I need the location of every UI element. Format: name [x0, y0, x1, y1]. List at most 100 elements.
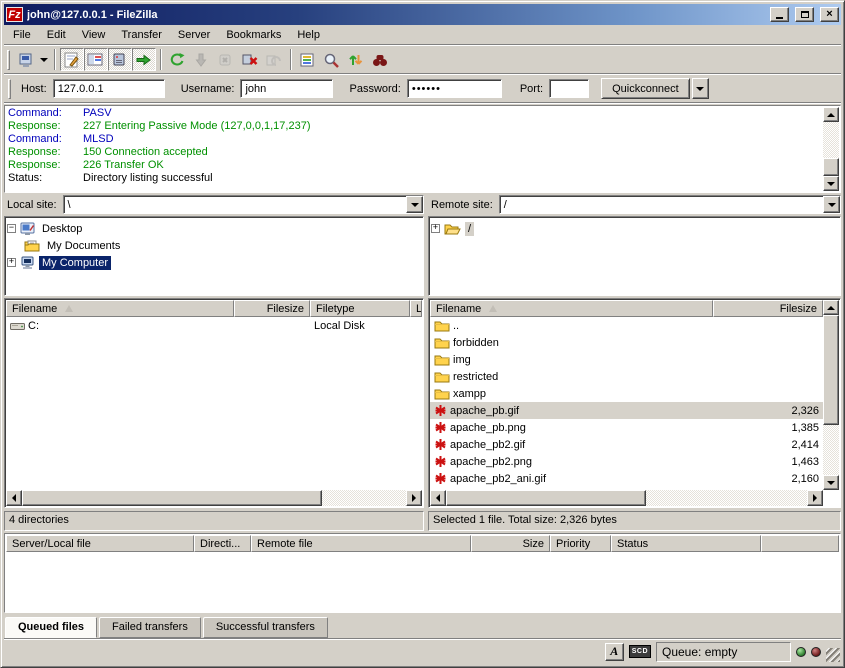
- column-header-lastmodified[interactable]: L: [410, 300, 422, 317]
- toggle-local-tree-button[interactable]: [84, 48, 108, 71]
- column-header-filesize[interactable]: Filesize: [713, 300, 823, 317]
- site-manager-dropdown[interactable]: [38, 48, 50, 71]
- local-horizontal-scrollbar[interactable]: [6, 490, 422, 506]
- cancel-button[interactable]: [214, 48, 238, 71]
- disconnect-button[interactable]: [238, 48, 262, 71]
- file-row[interactable]: restricted: [430, 368, 823, 385]
- file-name: C:: [28, 320, 39, 332]
- file-row[interactable]: ..: [430, 317, 823, 334]
- column-header-filetype[interactable]: Filetype: [310, 300, 410, 317]
- username-input[interactable]: [240, 79, 333, 98]
- close-button[interactable]: ×: [820, 7, 839, 22]
- tree-item-my-documents[interactable]: My Documents: [7, 237, 421, 254]
- scroll-track[interactable]: [22, 490, 406, 506]
- log-vertical-scrollbar[interactable]: [823, 107, 839, 191]
- maximize-button[interactable]: [795, 7, 814, 22]
- queue-body: [6, 552, 839, 611]
- remote-vertical-scrollbar[interactable]: [823, 300, 839, 506]
- log-text: PASV: [83, 107, 112, 120]
- scroll-down-button[interactable]: [823, 475, 839, 490]
- scroll-thumb[interactable]: [823, 158, 839, 176]
- scroll-left-button[interactable]: [430, 490, 446, 506]
- file-row[interactable]: xampp: [430, 385, 823, 402]
- collapse-icon[interactable]: −: [7, 224, 16, 233]
- menu-bookmarks[interactable]: Bookmarks: [218, 27, 289, 43]
- minimize-button[interactable]: [770, 7, 789, 22]
- scroll-right-button[interactable]: [807, 490, 823, 506]
- column-header-filename[interactable]: Filename: [6, 300, 234, 317]
- binoculars-icon: [371, 52, 389, 68]
- local-site-dropdown[interactable]: [406, 196, 423, 213]
- expand-icon[interactable]: +: [7, 258, 16, 267]
- column-header-server-local-file[interactable]: Server/Local file: [6, 535, 194, 552]
- remote-site-combobox[interactable]: /: [499, 195, 841, 214]
- menu-server[interactable]: Server: [170, 27, 218, 43]
- scroll-track[interactable]: [823, 122, 839, 176]
- expand-icon[interactable]: +: [431, 224, 440, 233]
- remote-horizontal-scrollbar[interactable]: [430, 490, 823, 506]
- port-input[interactable]: [549, 79, 589, 98]
- scroll-down-button[interactable]: [823, 176, 839, 191]
- scroll-thumb[interactable]: [446, 490, 646, 506]
- title-bar[interactable]: Fz john@127.0.0.1 - FileZilla ×: [4, 4, 841, 25]
- local-site-combobox[interactable]: \: [63, 195, 424, 214]
- scroll-track[interactable]: [823, 315, 839, 475]
- file-row[interactable]: apache_pb2.png 1,463: [430, 453, 823, 470]
- directory-comparison-button[interactable]: [320, 48, 344, 71]
- synchronized-browsing-button[interactable]: [344, 48, 368, 71]
- refresh-button[interactable]: [166, 48, 190, 71]
- column-header-priority[interactable]: Priority: [550, 535, 611, 552]
- scroll-up-button[interactable]: [823, 107, 839, 122]
- scroll-left-button[interactable]: [6, 490, 22, 506]
- column-header-size[interactable]: Size: [471, 535, 550, 552]
- scroll-track[interactable]: [446, 490, 807, 506]
- scroll-right-button[interactable]: [406, 490, 422, 506]
- reconnect-button[interactable]: [262, 48, 286, 71]
- process-queue-button[interactable]: [190, 48, 214, 71]
- quickconnect-dropdown[interactable]: [692, 78, 709, 99]
- tab-queued-files[interactable]: Queued files: [5, 617, 97, 638]
- tree-item-my-computer[interactable]: + My Computer: [7, 254, 421, 271]
- log-line: Command:PASV: [5, 107, 840, 120]
- column-header-filesize[interactable]: Filesize: [234, 300, 310, 317]
- site-manager-button[interactable]: [14, 48, 38, 71]
- toolbar-grip[interactable]: [7, 50, 10, 70]
- file-row[interactable]: apache_pb2.gif 2,414: [430, 436, 823, 453]
- scroll-thumb[interactable]: [22, 490, 322, 506]
- file-row[interactable]: forbidden: [430, 334, 823, 351]
- tab-failed-transfers[interactable]: Failed transfers: [99, 617, 201, 638]
- menu-help[interactable]: Help: [289, 27, 328, 43]
- host-input[interactable]: [53, 79, 165, 98]
- find-files-button[interactable]: [368, 48, 392, 71]
- quickbar-grip[interactable]: [8, 79, 11, 99]
- scroll-thumb[interactable]: [823, 315, 839, 425]
- resize-grip-icon[interactable]: [826, 648, 840, 662]
- column-header-remote-file[interactable]: Remote file: [251, 535, 471, 552]
- directory-filters-button[interactable]: [296, 48, 320, 71]
- quickconnect-button[interactable]: Quickconnect: [601, 78, 690, 99]
- maximize-icon: [801, 11, 809, 18]
- toggle-message-log-button[interactable]: [60, 48, 84, 71]
- scroll-up-button[interactable]: [823, 300, 839, 315]
- column-header-filename[interactable]: Filename: [430, 300, 713, 317]
- menu-file[interactable]: File: [5, 27, 39, 43]
- folder-icon: [434, 353, 450, 366]
- file-row[interactable]: img: [430, 351, 823, 368]
- file-row[interactable]: apache_pb.png 1,385: [430, 419, 823, 436]
- tree-item-root[interactable]: + /: [431, 220, 838, 237]
- menu-edit[interactable]: Edit: [39, 27, 74, 43]
- password-input[interactable]: [407, 79, 502, 98]
- column-header-direction[interactable]: Directi...: [194, 535, 251, 552]
- remote-site-dropdown[interactable]: [823, 196, 840, 213]
- tab-successful-transfers[interactable]: Successful transfers: [203, 617, 328, 638]
- toggle-queue-button[interactable]: [132, 48, 156, 71]
- menu-transfer[interactable]: Transfer: [113, 27, 170, 43]
- file-row-c-drive[interactable]: C: Local Disk: [6, 317, 422, 334]
- column-header-status[interactable]: Status: [611, 535, 761, 552]
- toggle-remote-tree-button[interactable]: [108, 48, 132, 71]
- menu-view[interactable]: View: [74, 27, 114, 43]
- tree-item-desktop[interactable]: − Desktop: [7, 220, 421, 237]
- separator: [290, 49, 292, 70]
- file-row[interactable]: apache_pb2_ani.gif 2,160: [430, 470, 823, 487]
- file-row-selected[interactable]: apache_pb.gif 2,326: [430, 402, 823, 419]
